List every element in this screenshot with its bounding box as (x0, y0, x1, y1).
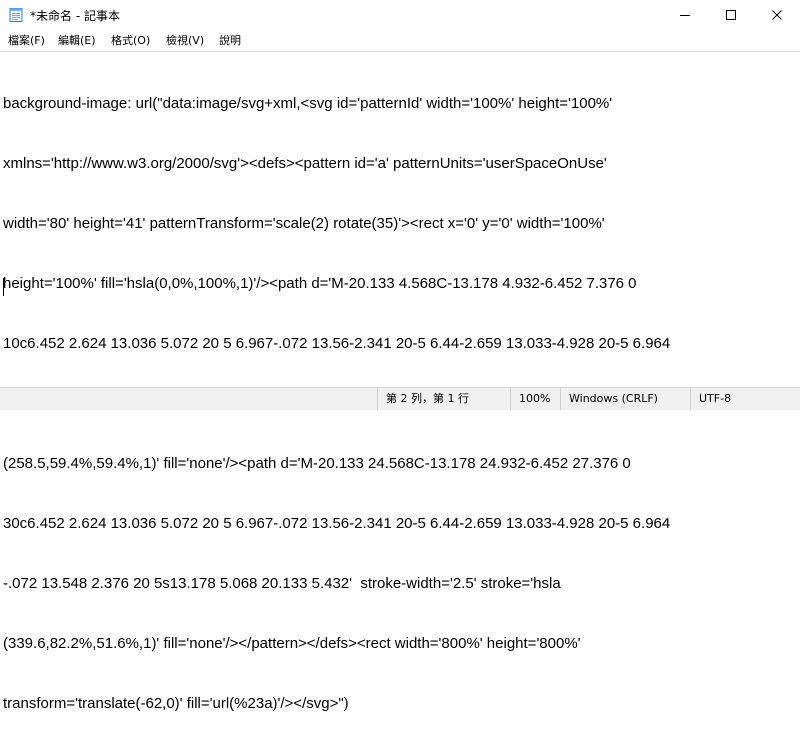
editor-line: height='100%' fill='hsla(0,0%,100%,1)'/>… (3, 275, 637, 292)
menu-file[interactable]: 檔案(F) (8, 32, 45, 49)
editor-line: (339.6,82.2%,51.6%,1)' fill='none'/></pa… (3, 635, 581, 652)
text-editor[interactable]: background-image: url("data:image/svg+xm… (0, 51, 800, 712)
editor-line: background-image: url("data:image/svg+xm… (3, 95, 613, 112)
minimize-icon (680, 15, 690, 16)
window-title: *未命名 - 記事本 (30, 9, 120, 23)
editor-line: -.072 13.548 2.376 20 5s13.178 5.068 20.… (3, 575, 561, 592)
editor-line: xmlns='http://www.w3.org/2000/svg'><defs… (3, 155, 607, 172)
close-icon (772, 10, 782, 20)
title-bar[interactable]: *未命名 - 記事本 (0, 0, 800, 30)
editor-line: (258.5,59.4%,59.4%,1)' fill='none'/><pat… (3, 455, 631, 472)
close-button[interactable] (754, 0, 800, 30)
menu-bar: 檔案(F) 編輯(E) 格式(O) 檢視(V) 說明 (0, 30, 800, 51)
editor-line: width='80' height='41' patternTransform=… (3, 215, 605, 232)
text-caret (3, 278, 4, 296)
notepad-window: *未命名 - 記事本 檔案(F) 編輯(E) 格式(O) 檢視(V) 說明 ba… (0, 0, 800, 712)
status-bar: 第 2 列，第 1 行 100% Windows (CRLF) UTF-8 (0, 387, 800, 410)
menu-edit[interactable]: 編輯(E) (58, 32, 96, 49)
minimize-button[interactable] (662, 0, 708, 30)
cursor-position: 第 2 列，第 1 行 (377, 388, 510, 410)
menu-help[interactable]: 說明 (219, 32, 241, 49)
menu-format[interactable]: 格式(O) (111, 32, 150, 49)
editor-line: 30c6.452 2.624 13.036 5.072 20 5 6.967-.… (3, 515, 671, 532)
menu-view[interactable]: 檢視(V) (166, 32, 204, 49)
notepad-icon (8, 7, 24, 23)
maximize-button[interactable] (708, 0, 754, 30)
maximize-icon (726, 10, 736, 20)
encoding: UTF-8 (690, 388, 800, 410)
line-ending: Windows (CRLF) (560, 388, 690, 410)
editor-line: 10c6.452 2.624 13.036 5.072 20 5 6.967-.… (3, 335, 671, 352)
editor-line: transform='translate(-62,0)' fill='url(%… (3, 695, 349, 712)
zoom-level: 100% (510, 388, 560, 410)
